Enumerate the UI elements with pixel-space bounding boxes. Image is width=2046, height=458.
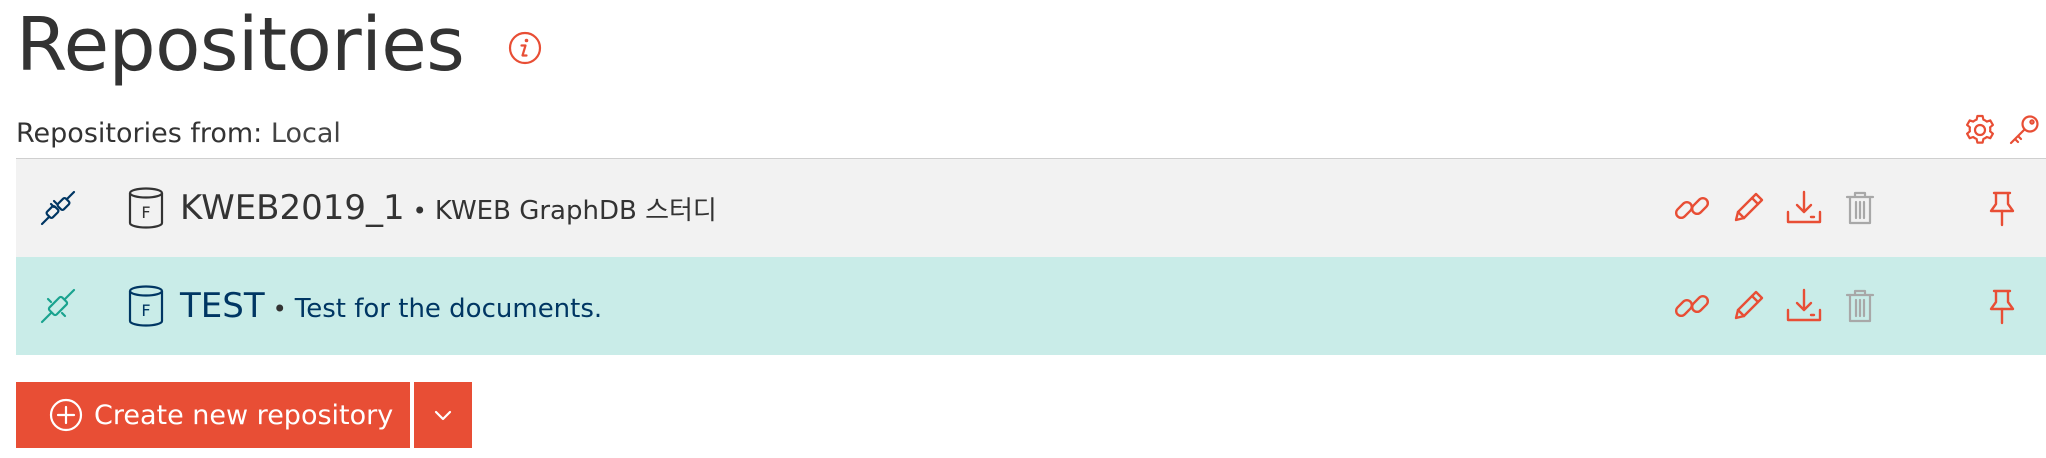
- edit-icon[interactable]: [1728, 286, 1768, 326]
- page-title: Repositories: [16, 2, 465, 88]
- link-icon[interactable]: [1672, 188, 1712, 228]
- repository-name[interactable]: KWEB2019_1: [180, 188, 405, 228]
- pin-icon[interactable]: [1982, 286, 2022, 326]
- create-options-dropdown[interactable]: [414, 382, 472, 448]
- create-repository-group: Create new repository: [16, 382, 472, 448]
- edit-icon[interactable]: [1728, 188, 1768, 228]
- repository-type-letter: F: [141, 203, 150, 222]
- trash-icon[interactable]: [1840, 188, 1880, 228]
- repository-type-letter: F: [141, 301, 150, 320]
- download-icon[interactable]: [1784, 286, 1824, 326]
- repository-separator: •: [272, 295, 287, 323]
- database-icon: F: [128, 187, 164, 229]
- repository-actions: [1672, 188, 1896, 228]
- plus-circle-icon: [49, 398, 83, 432]
- repository-row[interactable]: F KWEB2019_1 • KWEB GraphDB 스터디: [16, 159, 2046, 257]
- repository-separator: •: [412, 197, 427, 225]
- create-repository-label: Create new repository: [94, 399, 394, 431]
- repository-title: TEST • Test for the documents.: [180, 286, 602, 326]
- repository-list: F KWEB2019_1 • KWEB GraphDB 스터디 F TEST •…: [16, 158, 2046, 355]
- repository-name[interactable]: TEST: [180, 286, 265, 326]
- repository-description: KWEB GraphDB 스터디: [434, 196, 717, 226]
- chevron-down-icon: [434, 410, 452, 421]
- repository-actions: [1672, 286, 1896, 326]
- repository-source: Repositories from: Local: [16, 118, 341, 149]
- repository-row[interactable]: F TEST • Test for the documents.: [16, 257, 2046, 355]
- repository-description: Test for the documents.: [294, 294, 603, 324]
- gear-icon[interactable]: [1962, 112, 1998, 148]
- download-icon[interactable]: [1784, 188, 1824, 228]
- source-label: Repositories from:: [16, 118, 263, 149]
- page-header: Repositories: [16, 0, 542, 90]
- link-icon[interactable]: [1672, 286, 1712, 326]
- info-icon[interactable]: [508, 31, 542, 65]
- disconnected-plug-icon[interactable]: [38, 188, 78, 228]
- source-value[interactable]: Local: [271, 118, 341, 149]
- toolbar: [1962, 112, 2042, 148]
- database-icon: F: [128, 285, 164, 327]
- trash-icon[interactable]: [1840, 286, 1880, 326]
- connected-plug-icon[interactable]: [38, 286, 78, 326]
- key-icon[interactable]: [2006, 112, 2042, 148]
- create-repository-button[interactable]: Create new repository: [16, 382, 410, 448]
- repository-title: KWEB2019_1 • KWEB GraphDB 스터디: [180, 188, 717, 228]
- pin-icon[interactable]: [1982, 188, 2022, 228]
